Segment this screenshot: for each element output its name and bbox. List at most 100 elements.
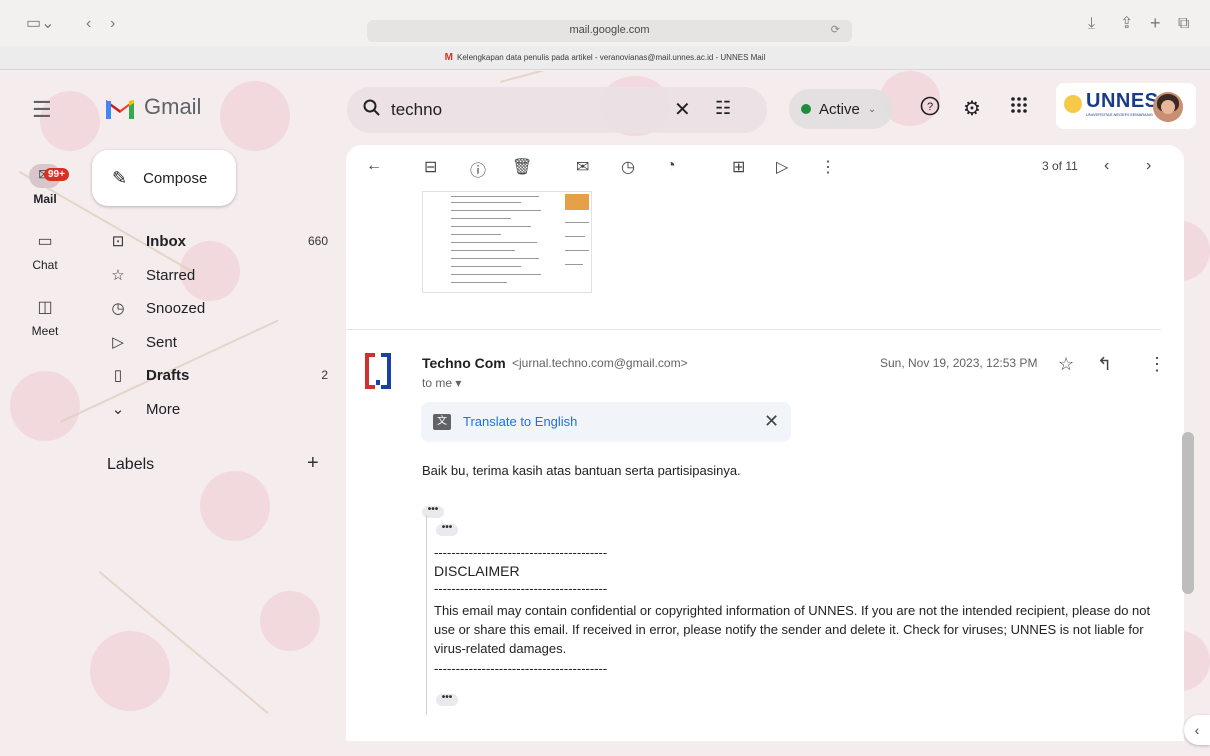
close-icon[interactable]: ✕ [764,411,779,432]
download-icon[interactable]: ⤓ [1088,14,1095,34]
unnes-logo-icon [1064,95,1082,113]
app-name: Gmail [144,94,202,119]
inbox-icon: ⊡ [111,233,125,250]
settings-icon[interactable]: ⚙ [963,96,981,121]
gmail-logo[interactable]: Gmail [104,94,201,120]
status-selector[interactable]: Active ⌄ [789,89,893,129]
compose-label: Compose [143,169,208,187]
scrollbar-thumb[interactable] [1182,432,1194,594]
thread-divider [346,329,1161,330]
reload-icon[interactable]: ⟳ [831,23,840,36]
move-to-icon[interactable]: ⊞ [732,157,745,177]
back-arrow-icon[interactable]: ← [366,157,382,175]
sidebar-item-snoozed[interactable]: ◷ Snoozed [108,292,328,324]
account-badge-text: UNNES [1086,90,1159,112]
search-options-icon[interactable]: ☷ [715,98,731,119]
share-icon[interactable]: ⇪ [1120,14,1133,34]
pagination-text: 3 of 11 [1042,159,1078,173]
chevron-down-icon: ▾ [455,376,462,390]
clear-search-icon[interactable]: ✕ [674,97,691,122]
browser-tab[interactable]: M Kelengkapan data penulis pada artikel -… [0,46,1210,70]
sender-logo [365,353,391,389]
sidebar-item-more[interactable]: ⌄ More [108,393,328,425]
star-icon[interactable]: ☆ [1058,354,1074,375]
more-options-icon[interactable]: ⋮ [1148,354,1166,375]
newer-icon[interactable]: ‹ [1104,157,1109,175]
active-status-dot [801,104,811,114]
rail-item-meet[interactable]: ◫ Meet [0,296,90,338]
main-menu-icon[interactable]: ☰ [32,97,52,123]
clock-icon: ◷ [111,300,125,317]
quote-border [426,515,427,715]
label-icon[interactable]: ▷ [776,157,788,177]
video-camera-icon: ◫ [37,299,53,316]
mark-unread-icon[interactable]: ✉ [576,157,589,177]
message-date: Sun, Nov 19, 2023, 12:53 PM [880,356,1038,370]
sidebar-item-sent[interactable]: ▷ Sent [108,326,328,358]
sidebar-item-label: Drafts [146,366,190,384]
rail-chat-label: Chat [32,258,58,272]
sidebar-toggle-icon[interactable]: ▭⌄ [26,14,55,34]
chat-icon: ▭ [37,233,53,250]
reply-icon[interactable]: ↰ [1097,354,1112,375]
gmail-favicon-icon: M [444,52,454,63]
separator-line: ---------------------------------------- [434,581,608,596]
recipient-label: to me [422,376,453,390]
star-icon: ☆ [111,267,125,284]
help-icon[interactable]: ? [920,96,940,122]
apps-grid-icon[interactable] [1010,96,1028,120]
back-icon[interactable]: ‹ [86,14,91,34]
chevron-down-icon: ⌄ [867,103,877,115]
account-badge-subtext: UNIVERSITAS NEGERI SEMARANG [1086,112,1153,117]
show-trimmed-content-button[interactable]: ••• [436,523,458,536]
show-trimmed-content-button[interactable]: ••• [436,693,458,706]
search-bar[interactable]: ✕ ☷ [347,87,767,133]
draft-icon: ▯ [113,367,123,384]
pencil-icon: ✎ [112,167,128,188]
avatar[interactable] [1153,92,1183,122]
sidebar-item-inbox[interactable]: ⊡ Inbox 660 [108,225,328,257]
search-input[interactable] [391,100,651,120]
sidebar-item-label: Inbox [146,232,186,250]
report-spam-icon[interactable]: ⓘ [470,157,486,181]
sidebar-item-starred[interactable]: ☆ Starred [108,259,328,291]
browser-toolbar: ▭⌄ ‹ › mail.google.com ⟳ ⤓ ⇪ + ⧉ [0,0,1210,46]
url-text: mail.google.com [569,24,650,36]
side-panel-toggle[interactable]: ‹ [1184,715,1210,745]
separator-line: ---------------------------------------- [434,661,608,676]
address-bar[interactable]: mail.google.com ⟳ [367,20,852,42]
chevron-down-icon: ⌄ [111,401,125,418]
tab-overview-icon[interactable]: ⧉ [1178,14,1189,34]
recipient-details[interactable]: to me ▾ [422,376,461,390]
gmail-m-icon [106,100,134,119]
rail-mail-label: Mail [33,192,57,206]
translate-link[interactable]: Translate to English [463,414,577,429]
translate-icon: 文 [433,414,451,430]
sidebar-item-drafts[interactable]: ▯ Drafts 2 [108,359,328,391]
send-icon: ▷ [112,334,124,351]
compose-button[interactable]: ✎ Compose [92,150,236,206]
sidebar-item-count: 2 [321,368,328,382]
message-toolbar: ← ⊟ ⓘ 🗑 ✉ ◷ ◔ ⊞ ▷ ⋮ 3 of 11 ‹ › [346,145,1184,191]
rail-meet-label: Meet [31,324,59,338]
sidebar-item-label: Starred [146,266,196,284]
search-icon[interactable] [363,99,381,122]
forward-icon[interactable]: › [110,14,115,34]
sender-name[interactable]: Techno Com [422,355,506,371]
delete-icon[interactable]: 🗑 [512,157,532,177]
new-tab-icon[interactable]: + [1150,13,1161,33]
disclaimer-text: This email may contain confidential or c… [434,603,1151,656]
rail-item-chat[interactable]: ▭ Chat [0,230,90,272]
more-options-icon[interactable]: ⋮ [820,157,836,177]
older-icon[interactable]: › [1146,157,1151,175]
disclaimer-title: DISCLAIMER [434,563,520,579]
message-body: Baik bu, terima kasih atas bantuan serta… [422,463,741,478]
message-view: ← ⊟ ⓘ 🗑 ✉ ◷ ◔ ⊞ ▷ ⋮ 3 of 11 ‹ › Techno C… [346,145,1184,741]
add-label-icon[interactable]: + [307,452,319,475]
separator-line: ---------------------------------------- [434,545,608,560]
add-task-icon[interactable]: ◔ [666,157,676,175]
attachment-preview[interactable] [422,191,592,293]
rail-item-mail[interactable]: ✉ 99+ Mail [0,164,90,206]
archive-icon[interactable]: ⊟ [424,157,437,177]
snooze-icon[interactable]: ◷ [621,157,635,177]
